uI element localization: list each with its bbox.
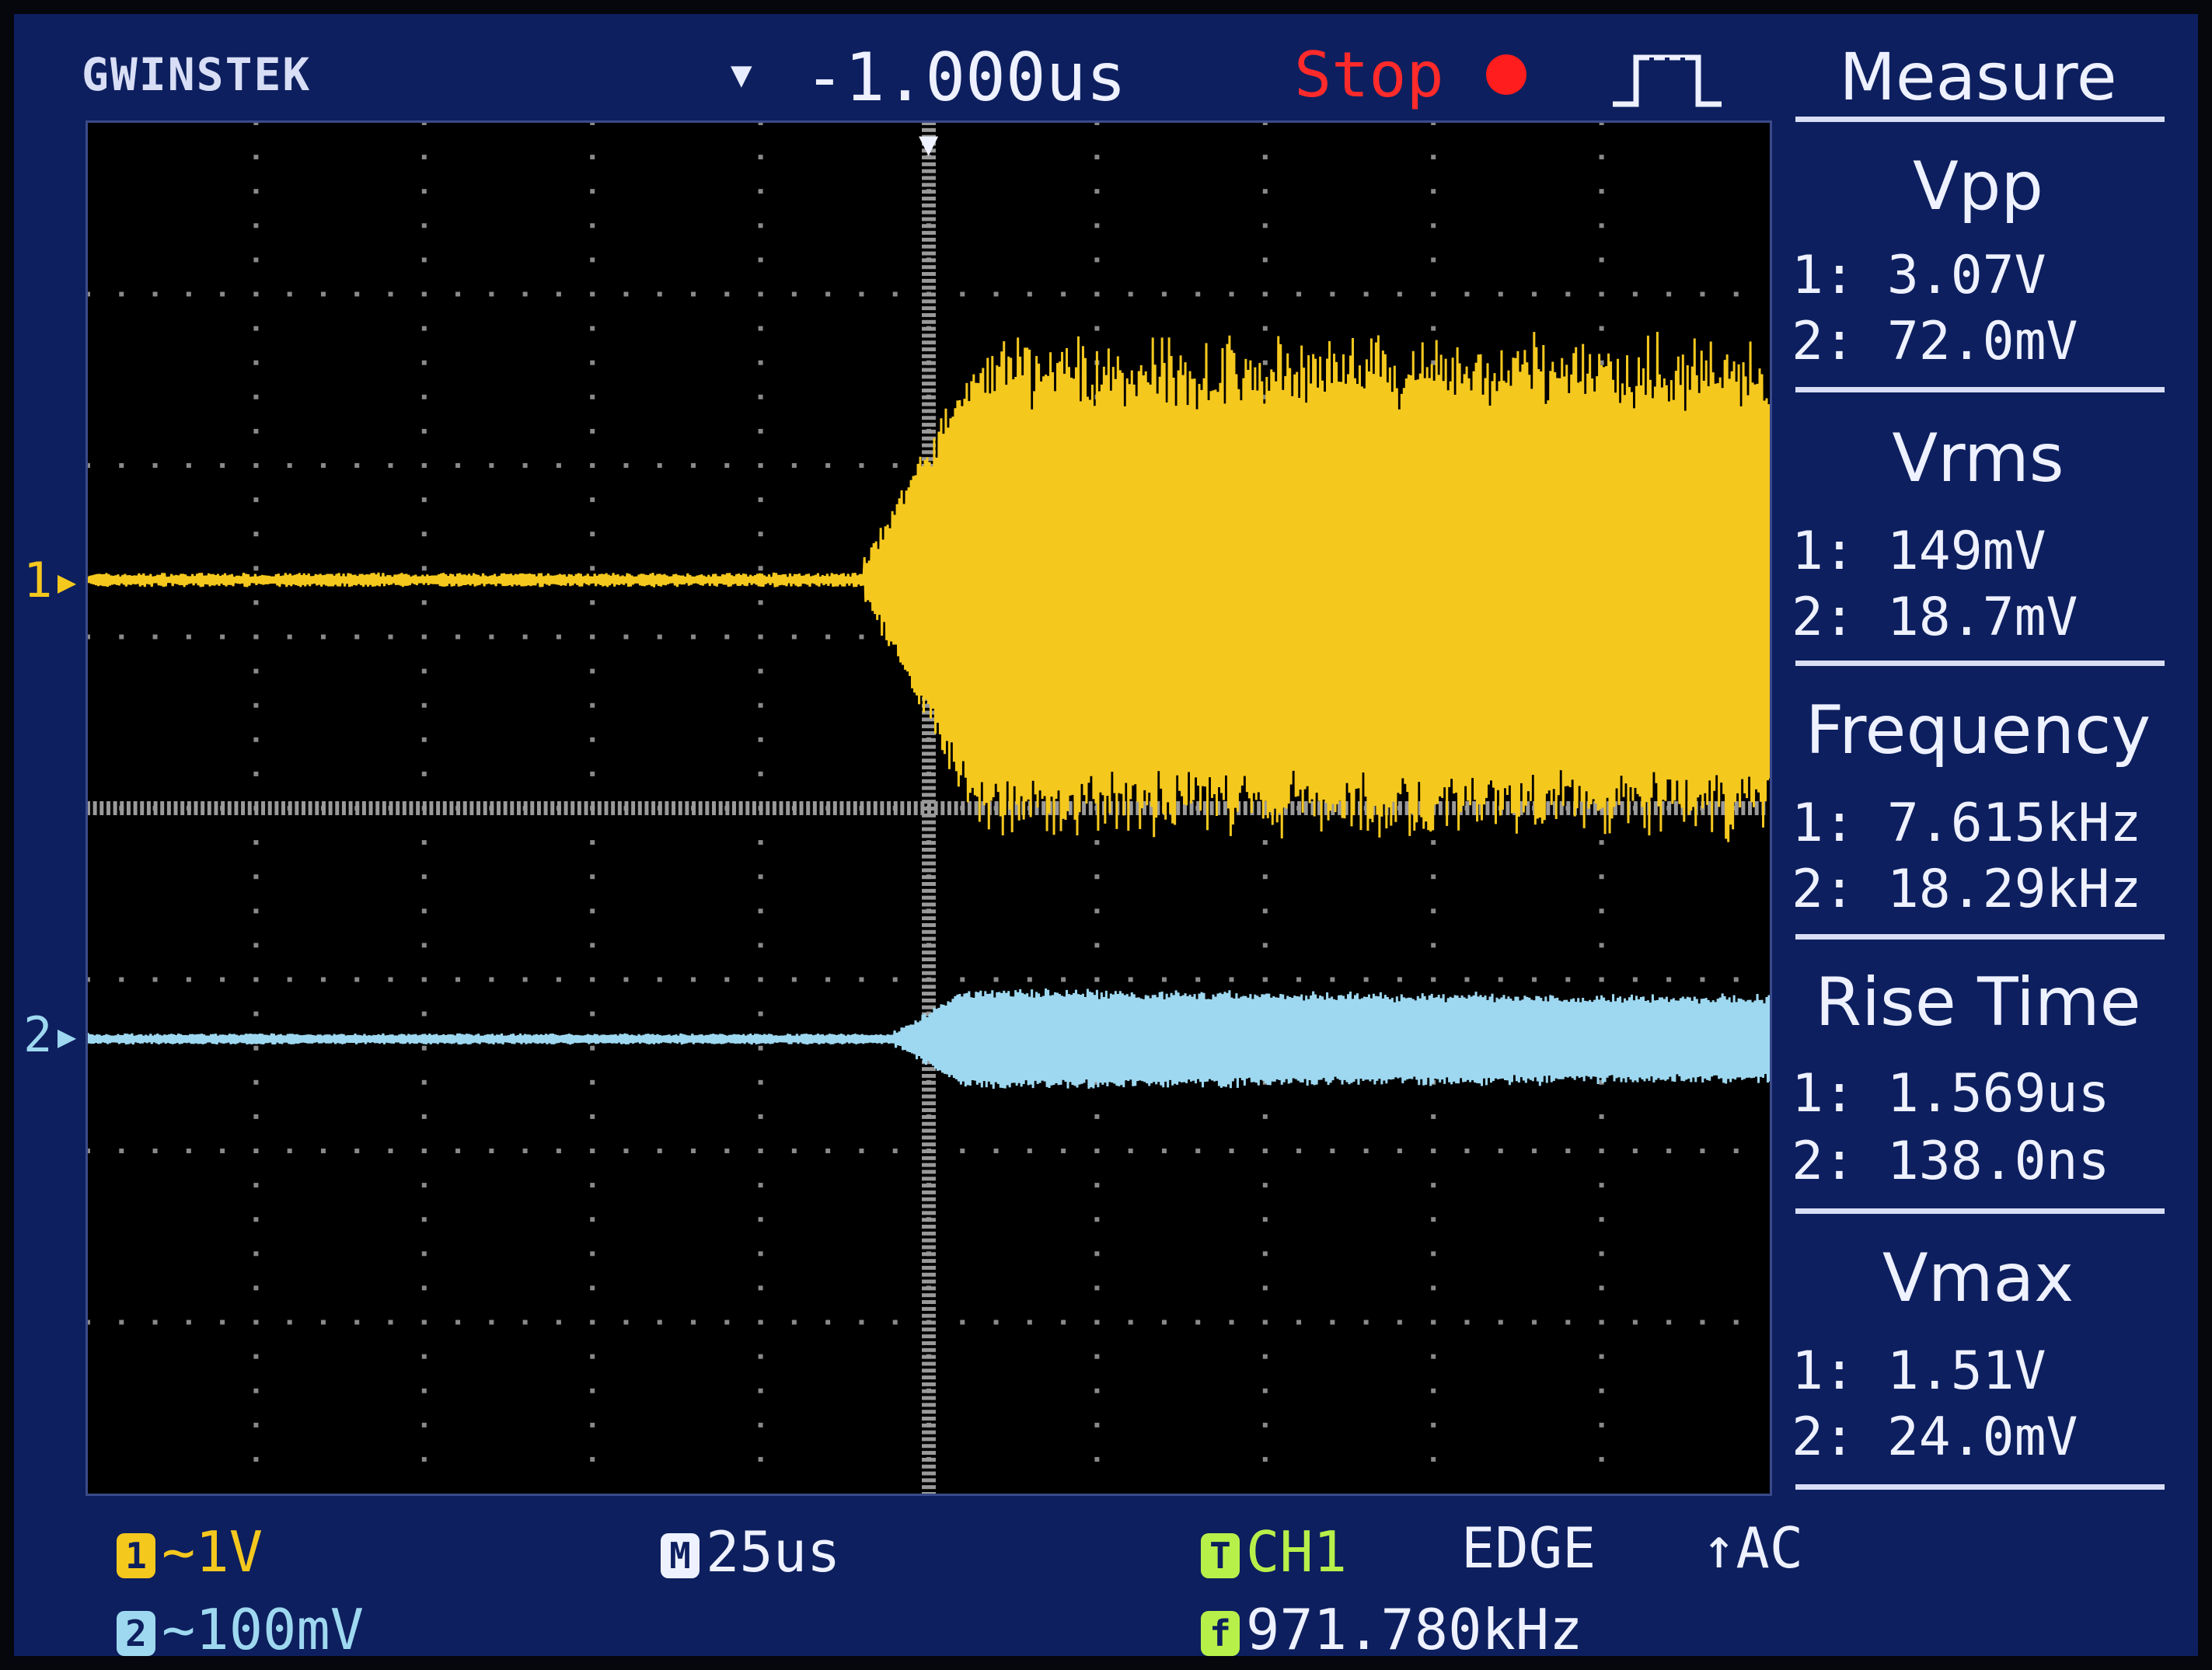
ch1-ground-marker[interactable]: 1▸ xyxy=(23,552,82,608)
measure-ch2-vmax: 2: 24.0mV xyxy=(1792,1407,2078,1468)
separator xyxy=(1795,1484,2165,1490)
measure-ch1-frequency: 1: 7.615kHz xyxy=(1792,793,2142,854)
trigger-source-readout[interactable]: T CH1 xyxy=(1201,1519,1347,1585)
ch2-marker-label: 2 xyxy=(23,1006,53,1063)
ch1-badge-icon: 1 xyxy=(117,1533,155,1579)
ch2-trace xyxy=(88,988,1770,1090)
measure-ch2-rise-time: 2: 138.0ns xyxy=(1792,1131,2110,1192)
measure-panel: Measure Vpp 1: 3.07V 2: 72.0mV Vrms 1: 1… xyxy=(1788,39,2168,1500)
trigger-point-icon: ▼ xyxy=(919,124,939,162)
oscilloscope-screen: GWINSTEK ▼ -1.000us Stop ▼ 1▸ 2▸ Measure… xyxy=(0,0,2212,1670)
measure-name-vpp: Vpp xyxy=(1912,148,2043,225)
trigger-position-icon: ▼ xyxy=(731,53,752,95)
trigger-frequency-value: 971.780kHz xyxy=(1246,1597,1583,1662)
measure-name-frequency: Frequency xyxy=(1805,692,2151,769)
timebase-value: 25us xyxy=(706,1519,841,1585)
ch2-scale-readout[interactable]: 2 ~100mV xyxy=(117,1597,364,1662)
brand-logo: GWINSTEK xyxy=(82,48,312,101)
measure-name-rise-time: Rise Time xyxy=(1815,964,2141,1041)
separator xyxy=(1795,387,2165,392)
timebase-readout[interactable]: M 25us xyxy=(661,1519,840,1585)
frequency-badge-icon: f xyxy=(1201,1611,1240,1657)
edge-trigger-icon xyxy=(1613,54,1722,107)
trigger-badge-icon: T xyxy=(1201,1533,1240,1579)
ch2-badge-icon: 2 xyxy=(117,1611,155,1657)
ch1-scale-value: ~1V xyxy=(162,1519,263,1585)
ch1-scale-readout[interactable]: 1 ~1V xyxy=(117,1519,263,1585)
ch2-ground-marker[interactable]: 2▸ xyxy=(23,1006,82,1063)
measure-title: Measure xyxy=(1839,39,2117,115)
measure-ch2-vpp: 2: 72.0mV xyxy=(1792,311,2078,372)
measure-ch2-vrms: 2: 18.7mV xyxy=(1792,587,2078,648)
waveform-display[interactable] xyxy=(85,120,1772,1496)
separator xyxy=(1795,661,2165,666)
measure-ch2-frequency: 2: 18.29kHz xyxy=(1792,859,2142,920)
ch2-waveform xyxy=(88,988,1770,1090)
separator xyxy=(1795,117,2165,122)
ch1-waveform xyxy=(88,331,1770,842)
measure-name-vrms: Vrms xyxy=(1892,420,2064,497)
ch1-trace xyxy=(88,331,1770,842)
measure-ch1-vmax: 1: 1.51V xyxy=(1792,1341,2046,1402)
separator xyxy=(1795,934,2165,940)
measure-ch1-vrms: 1: 149mV xyxy=(1792,521,2046,582)
ch2-scale-value: ~100mV xyxy=(162,1597,365,1662)
waveform-traces xyxy=(88,331,1770,1090)
run-state-label: Stop xyxy=(1294,39,1444,111)
trigger-mode-readout: EDGE xyxy=(1461,1515,1596,1581)
ch1-marker-label: 1 xyxy=(23,552,53,608)
measure-ch1-rise-time: 1: 1.569us xyxy=(1792,1063,2110,1124)
measure-name-vmax: Vmax xyxy=(1882,1239,2074,1317)
timebase-badge-icon: M xyxy=(661,1533,700,1579)
trigger-coupling-readout: ↑AC xyxy=(1702,1515,1804,1581)
separator xyxy=(1795,1208,2165,1214)
horizontal-offset-readout: -1.000us xyxy=(804,39,1127,117)
stop-indicator-icon xyxy=(1486,54,1526,95)
trigger-frequency-readout: f 971.780kHz xyxy=(1201,1597,1582,1662)
measure-ch1-vpp: 1: 3.07V xyxy=(1792,245,2046,306)
trigger-source-value: CH1 xyxy=(1246,1519,1348,1585)
